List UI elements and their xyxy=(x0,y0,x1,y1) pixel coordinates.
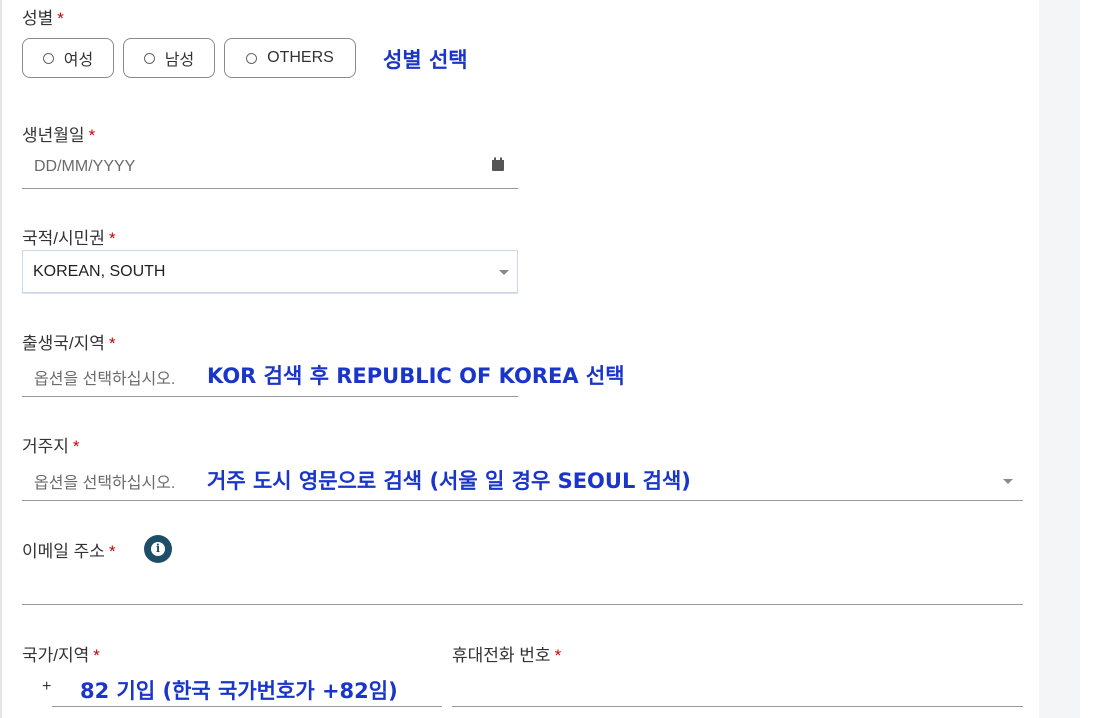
birth-country-note: KOR 검색 후 REPUBLIC OF KOREA 선택 xyxy=(207,364,625,388)
gender-note: 성별 선택 xyxy=(383,48,468,72)
residence-label: 거주지 * xyxy=(22,437,80,456)
country-code-label: 국가/지역 * xyxy=(22,646,100,665)
page-background-strip xyxy=(1037,0,1080,718)
gender-option-female[interactable]: 여성 xyxy=(22,38,114,78)
chevron-down-icon[interactable] xyxy=(1003,479,1013,484)
radio-icon xyxy=(246,52,258,64)
gender-label: 성별 * xyxy=(22,9,64,28)
residence-input[interactable]: 옵션을 선택하십시오. xyxy=(34,469,175,493)
mobile-underline xyxy=(452,706,1023,707)
email-label: 이메일 주소 * xyxy=(22,542,116,561)
birth-country-label: 출생국/지역 * xyxy=(22,334,116,353)
info-icon[interactable]: i xyxy=(144,535,172,563)
gender-option-others[interactable]: OTHERS xyxy=(224,38,356,78)
radio-icon xyxy=(143,52,155,64)
chevron-down-icon xyxy=(499,270,509,275)
residence-note: 거주 도시 영문으로 검색 (서울 일 경우 SEOUL 검색) xyxy=(207,469,691,493)
birthdate-input[interactable]: DD/MM/YYYY xyxy=(34,158,135,176)
form-card: 성별 * 여성 남성 OTHERS 성별 선택 생년월일 * DD/MM/YYYY … xyxy=(0,0,1039,718)
radio-icon xyxy=(42,52,54,64)
email-underline xyxy=(22,604,1023,605)
email-input[interactable] xyxy=(22,570,1023,604)
birth-country-underline xyxy=(22,396,518,397)
nationality-value: KOREAN, SOUTH xyxy=(33,263,166,280)
birthdate-underline xyxy=(22,188,518,189)
birthdate-label: 생년월일 * xyxy=(22,126,96,145)
gender-option-male[interactable]: 남성 xyxy=(123,38,215,78)
mobile-label: 휴대전화 번호 * xyxy=(452,646,562,665)
country-code-input[interactable] xyxy=(52,672,442,706)
country-code-prefix: + xyxy=(42,678,52,695)
residence-underline xyxy=(22,500,1023,501)
nationality-select[interactable]: KOREAN, SOUTH xyxy=(22,250,518,293)
birth-country-input[interactable]: 옵션을 선택하십시오. xyxy=(34,365,175,389)
nationality-label: 국적/시민권 * xyxy=(22,229,116,248)
mobile-input[interactable] xyxy=(452,672,1023,706)
calendar-icon[interactable] xyxy=(491,157,505,172)
country-code-underline xyxy=(52,706,442,707)
